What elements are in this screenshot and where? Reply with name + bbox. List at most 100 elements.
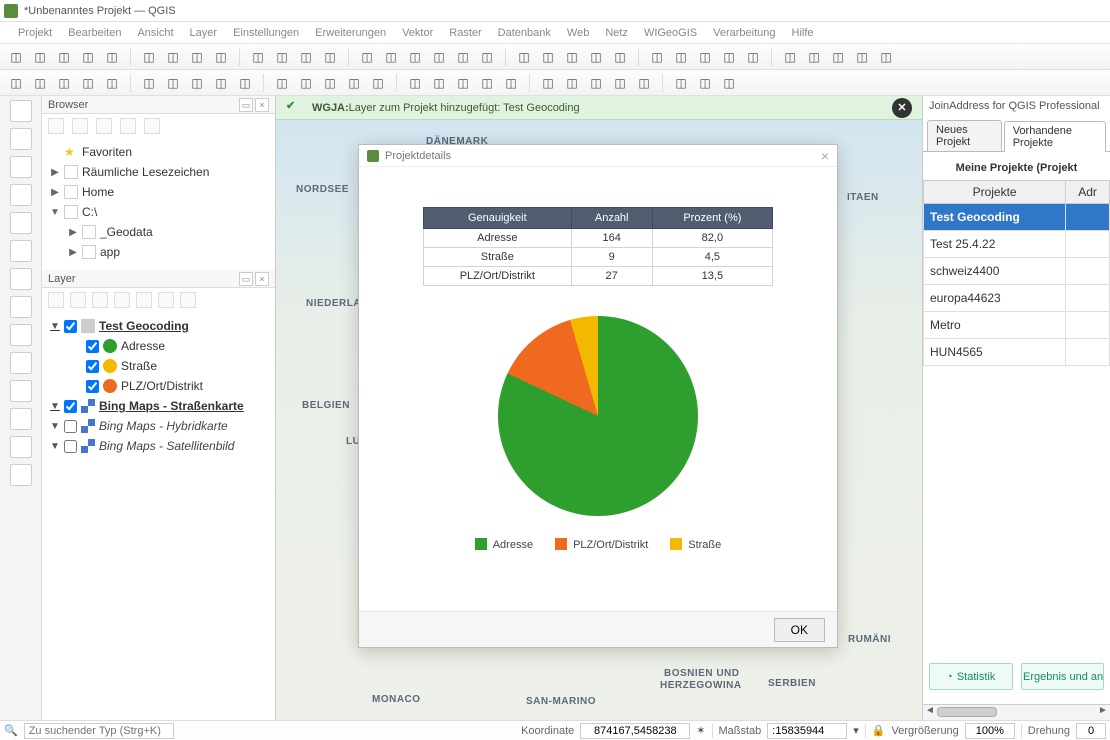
banner-close-icon[interactable]: ✕ — [892, 98, 912, 118]
browser-item[interactable]: ▶_Geodata — [46, 222, 271, 242]
menu-einstellungen[interactable]: Einstellungen — [233, 27, 299, 39]
menu-bearbeiten[interactable]: Bearbeiten — [68, 27, 121, 39]
expand-icon[interactable]: ▶ — [50, 167, 60, 178]
scroll-right-icon[interactable]: ► — [1096, 705, 1110, 719]
toolbar-button[interactable]: ◫ — [514, 47, 534, 67]
browser-item[interactable]: ▼C:\ — [46, 202, 271, 222]
browser-filter-icon[interactable] — [96, 118, 112, 134]
tab-vorhandene-projekte[interactable]: Vorhandene Projekte — [1004, 121, 1106, 152]
toolbar-button[interactable]: ◫ — [296, 73, 316, 93]
toolbar-button[interactable]: ◫ — [828, 47, 848, 67]
expand-icon[interactable]: ▶ — [68, 227, 78, 238]
toolbar-button[interactable]: ◫ — [6, 47, 26, 67]
toolbar-button[interactable]: ◫ — [453, 73, 473, 93]
toolbar-button[interactable]: ◫ — [320, 47, 340, 67]
layer-visibility-checkbox[interactable] — [86, 360, 99, 373]
toolbar-button[interactable]: ◫ — [344, 73, 364, 93]
scale-input[interactable] — [767, 723, 847, 739]
browser-item[interactable]: ▶Räumliche Lesezeichen — [46, 162, 271, 182]
layer-visibility-checkbox[interactable] — [64, 400, 77, 413]
layer-item[interactable]: ▼Bing Maps - Straßenkarte — [46, 396, 271, 416]
toolbar-button[interactable]: ◫ — [562, 73, 582, 93]
layer-collapse-icon[interactable] — [158, 292, 174, 308]
menu-raster[interactable]: Raster — [449, 27, 481, 39]
layer-filter-icon[interactable] — [114, 292, 130, 308]
ok-button[interactable]: OK — [774, 618, 825, 642]
scroll-left-icon[interactable]: ◄ — [923, 705, 937, 719]
toolbar-button[interactable]: ◫ — [235, 73, 255, 93]
project-row[interactable]: HUN4565 — [924, 339, 1110, 366]
toolbar-button[interactable]: ◫ — [78, 47, 98, 67]
menu-wigeogis[interactable]: WIGeoGIS — [644, 27, 697, 39]
layer-item[interactable]: Adresse — [46, 336, 271, 356]
left-tool-button[interactable] — [10, 408, 32, 430]
browser-add-icon[interactable] — [48, 118, 64, 134]
toolbar-button[interactable]: ◫ — [357, 47, 377, 67]
scale-dropdown-icon[interactable]: ▾ — [853, 724, 859, 737]
toolbar-button[interactable]: ◫ — [429, 73, 449, 93]
menu-vektor[interactable]: Vektor — [402, 27, 433, 39]
left-tool-button[interactable] — [10, 156, 32, 178]
browser-refresh-icon[interactable] — [72, 118, 88, 134]
zoom-input[interactable] — [965, 723, 1015, 739]
layer-tree[interactable]: ▼Test GeocodingAdresseStraßePLZ/Ort/Dist… — [42, 312, 275, 460]
menu-verarbeitung[interactable]: Verarbeitung — [713, 27, 775, 39]
toolbar-button[interactable]: ◫ — [320, 73, 340, 93]
toolbar-button[interactable]: ◫ — [538, 73, 558, 93]
layer-remove-icon[interactable] — [180, 292, 196, 308]
toolbar-button[interactable]: ◫ — [477, 47, 497, 67]
coordinate-input[interactable] — [580, 723, 690, 739]
toolbar-button[interactable]: ◫ — [695, 47, 715, 67]
table-header[interactable]: Adr — [1066, 181, 1110, 204]
table-header[interactable]: Projekte — [924, 181, 1066, 204]
left-tool-button[interactable] — [10, 324, 32, 346]
toolbar-button[interactable]: ◫ — [453, 47, 473, 67]
expand-icon[interactable]: ▶ — [50, 187, 60, 198]
left-tool-button[interactable] — [10, 380, 32, 402]
project-row[interactable]: Test 25.4.22 — [924, 231, 1110, 258]
toolbar-button[interactable]: ◫ — [405, 47, 425, 67]
toolbar-button[interactable]: ◫ — [187, 47, 207, 67]
map-canvas[interactable]: DÄNEMARKNordseeNIEDERLANDBELGIENLUXEMB.M… — [276, 96, 922, 720]
toolbar-button[interactable]: ◫ — [381, 47, 401, 67]
toolbar-button[interactable]: ◫ — [187, 73, 207, 93]
layer-add-group-icon[interactable] — [70, 292, 86, 308]
toolbar-button[interactable]: ◫ — [248, 47, 268, 67]
toolbar-button[interactable]: ◫ — [477, 73, 497, 93]
browser-properties-icon[interactable] — [144, 118, 160, 134]
layer-expand-icon[interactable] — [136, 292, 152, 308]
browser-tree[interactable]: ★Favoriten▶Räumliche Lesezeichen▶Home▼C:… — [42, 138, 275, 270]
toolbar-button[interactable]: ◫ — [6, 73, 26, 93]
toolbar-button[interactable]: ◫ — [211, 73, 231, 93]
toolbar-button[interactable]: ◫ — [30, 73, 50, 93]
toolbar-button[interactable]: ◫ — [501, 73, 521, 93]
panel-undock-icon[interactable]: ▭ — [239, 272, 253, 286]
layer-style-icon[interactable] — [48, 292, 64, 308]
toolbar-button[interactable]: ◫ — [30, 47, 50, 67]
layer-visibility-checkbox[interactable] — [64, 420, 77, 433]
toolbar-button[interactable]: ◫ — [368, 73, 388, 93]
left-tool-button[interactable] — [10, 184, 32, 206]
toolbar-button[interactable]: ◫ — [296, 47, 316, 67]
toolbar-button[interactable]: ◫ — [272, 73, 292, 93]
toolbar-button[interactable]: ◫ — [139, 73, 159, 93]
projects-table[interactable]: ProjekteAdr Test GeocodingTest 25.4.22sc… — [923, 180, 1110, 366]
menu-erweiterungen[interactable]: Erweiterungen — [315, 27, 386, 39]
toolbar-button[interactable]: ◫ — [163, 73, 183, 93]
toolbar-button[interactable]: ◫ — [804, 47, 824, 67]
toolbar-button[interactable]: ◫ — [610, 47, 630, 67]
toolbar-button[interactable]: ◫ — [647, 47, 667, 67]
menu-netz[interactable]: Netz — [605, 27, 628, 39]
project-row[interactable]: Test Geocoding — [924, 204, 1110, 231]
menu-datenbank[interactable]: Datenbank — [498, 27, 551, 39]
menu-ansicht[interactable]: Ansicht — [137, 27, 173, 39]
layer-visibility-checkbox[interactable] — [86, 380, 99, 393]
expand-icon[interactable]: ▼ — [50, 207, 60, 218]
toolbar-button[interactable]: ◫ — [671, 47, 691, 67]
browser-item[interactable]: ▶Home — [46, 182, 271, 202]
toolbar-button[interactable]: ◫ — [743, 47, 763, 67]
toolbar-button[interactable]: ◫ — [695, 73, 715, 93]
toolbar-button[interactable]: ◫ — [719, 47, 739, 67]
browser-item[interactable]: ▶app — [46, 242, 271, 262]
browser-collapse-icon[interactable] — [120, 118, 136, 134]
